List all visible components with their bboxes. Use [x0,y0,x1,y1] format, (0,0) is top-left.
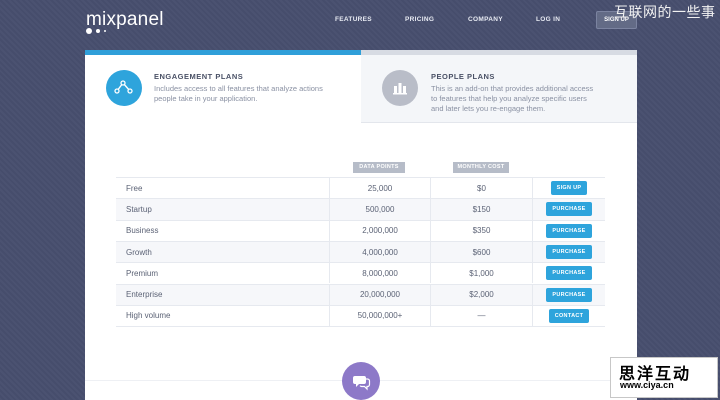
pricing-row: Free 25,000 $0 SIGN UP [116,177,605,199]
monthly-cost-value: $2,000 [430,284,533,305]
data-points-value: 4,000,000 [329,241,430,263]
signup-plan-button[interactable]: SIGN UP [550,181,588,196]
monthly-cost-value: $350 [430,220,533,241]
pricing-row: Growth 4,000,000 $600 PURCHASE [116,240,605,263]
column-header-data-points: DATA POINTS [353,162,405,173]
plan-name: Premium [126,268,159,278]
tab-engagement[interactable] [106,70,142,106]
plan-name: High volume [126,311,171,321]
nav-company[interactable]: COMPANY [468,16,503,23]
purchase-button[interactable]: PURCHASE [546,287,592,302]
nav-login[interactable]: LOG IN [536,16,560,23]
plan-name: Business [126,226,159,236]
watermark-top: 互联网的一些事 [614,4,716,20]
tab-people-desc: This is an add-on that provides addition… [431,84,594,113]
pricing-row: Premium 8,000,000 $1,000 PURCHASE [116,262,605,284]
nav-pricing[interactable]: PRICING [405,16,434,23]
pricing-row: High volume 50,000,000+ — CONTACT [116,304,605,327]
line-chart-icon [114,80,133,94]
monthly-cost-value: $1,000 [430,263,533,284]
purchase-button[interactable]: PURCHASE [546,202,592,217]
pricing-row: Enterprise 20,000,000 $2,000 PURCHASE [116,283,605,305]
data-points-value: 20,000,000 [329,284,430,305]
purchase-button[interactable]: PURCHASE [546,223,592,238]
tab-engagement-title[interactable]: ENGAGEMENT PLANS [154,72,243,81]
nav-features[interactable]: FEATURES [335,16,372,23]
data-points-value: 2,000,000 [329,220,430,241]
plan-name: Growth [126,247,152,257]
logo-dots [86,28,116,36]
tab-people-title[interactable]: PEOPLE PLANS [431,72,495,81]
data-points-value: 500,000 [329,199,430,220]
monthly-cost-value: $600 [430,241,533,263]
plan-name: Startup [126,204,152,214]
plan-name: Free [126,183,143,193]
tab-people[interactable] [382,70,418,106]
monthly-cost-value: $150 [430,199,533,220]
data-points-value: 50,000,000+ [329,305,430,327]
table-bottom-border [116,326,605,327]
tab-engagement-desc: Includes access to all features that ana… [154,84,323,103]
watermark-url: www.ciya.cn [620,380,674,390]
monthly-cost-value: — [430,305,533,327]
data-points-value: 8,000,000 [329,263,430,284]
tab-engagement-indicator [85,50,361,55]
chat-bubble-icon [353,376,371,391]
pricing-row: Business 2,000,000 $350 PURCHASE [116,219,605,241]
monthly-cost-value: $0 [430,178,533,199]
plan-name: Enterprise [126,290,163,300]
people-icon [393,83,407,95]
purchase-button[interactable]: PURCHASE [546,245,592,260]
purchase-button[interactable]: PURCHASE [546,266,592,281]
chat-button[interactable] [342,362,380,400]
contact-button[interactable]: CONTACT [548,308,590,323]
data-points-value: 25,000 [329,178,430,199]
column-header-monthly-cost: MONTHLY COST [453,162,509,173]
pricing-row: Startup 500,000 $150 PURCHASE [116,198,605,220]
